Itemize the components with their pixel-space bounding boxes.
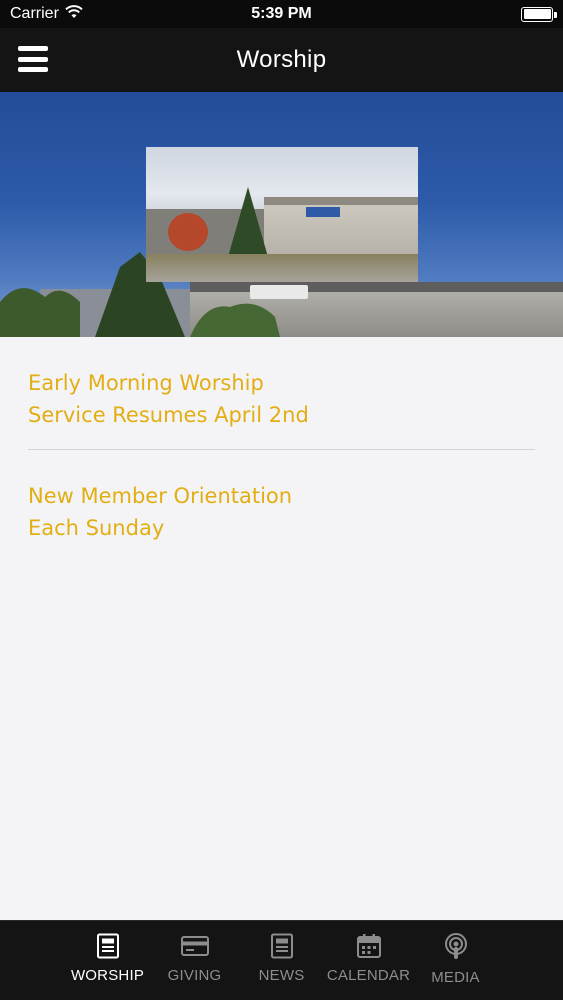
nav-bar: Worship <box>0 28 563 92</box>
list-item-title: New Member Orientation Each Sunday <box>28 484 293 540</box>
status-time: 5:39 PM <box>251 5 312 22</box>
list-item[interactable]: Early Morning Worship Service Resumes Ap… <box>28 337 535 449</box>
document-icon <box>96 933 120 959</box>
tab-media[interactable]: MEDIA <box>412 921 499 986</box>
tab-giving[interactable]: GIVING <box>151 921 238 984</box>
tab-label: GIVING <box>167 967 222 984</box>
newspaper-icon <box>270 933 294 959</box>
tab-calendar[interactable]: CALENDAR <box>325 921 412 984</box>
list-item-title: Early Morning Worship Service Resumes Ap… <box>28 371 309 427</box>
wifi-icon <box>65 4 83 24</box>
tab-bar: WORSHIP GIVING NEWS CALENDAR MEDIA <box>0 920 563 1000</box>
calendar-icon <box>356 933 382 959</box>
hero-banner-image <box>0 92 563 337</box>
credit-card-icon <box>180 933 210 959</box>
status-left: Carrier <box>10 4 83 24</box>
list-item[interactable]: New Member Orientation Each Sunday <box>28 450 535 562</box>
tab-label: WORSHIP <box>70 967 145 984</box>
tab-label: MEDIA <box>431 969 480 986</box>
tab-label: NEWS <box>258 967 305 984</box>
church-building-photo <box>146 147 418 282</box>
status-bar: Carrier 5:39 PM <box>0 0 563 28</box>
worship-list: Early Morning Worship Service Resumes Ap… <box>0 337 563 920</box>
hamburger-menu-icon[interactable] <box>18 46 48 72</box>
tab-worship[interactable]: WORSHIP <box>64 921 151 984</box>
tab-news[interactable]: NEWS <box>238 921 325 984</box>
page-title: Worship <box>236 46 327 73</box>
tab-label: CALENDAR <box>326 967 411 984</box>
battery-icon <box>521 6 557 22</box>
podcast-icon <box>443 933 469 961</box>
carrier-label: Carrier <box>10 5 59 22</box>
